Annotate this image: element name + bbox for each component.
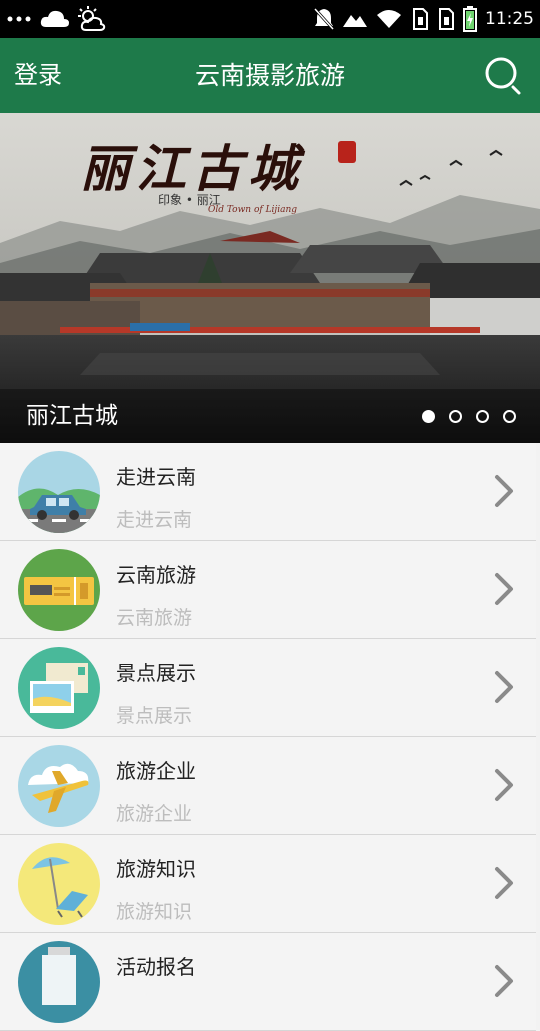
app-title: 云南摄影旅游: [194, 61, 345, 90]
battery-charging-icon: [463, 6, 477, 32]
chevron-right-icon: [495, 965, 513, 997]
ticket-icon: [18, 549, 100, 631]
beach-chair-icon: [18, 843, 100, 925]
menu-item-subtitle: 旅游知识: [116, 901, 193, 923]
more-dots-icon: [7, 16, 31, 22]
carousel-dot-3[interactable]: [476, 409, 489, 423]
chevron-right-icon: [495, 475, 513, 507]
search-icon[interactable]: [484, 56, 524, 96]
chevron-right-icon: [495, 671, 513, 703]
menu-item-subtitle: 旅游企业: [116, 803, 193, 825]
menu-item-title: 旅游企业: [116, 759, 196, 783]
menu-item-enter-yunnan[interactable]: 走进云南 走进云南: [0, 443, 536, 541]
menu-item-travel-companies[interactable]: 旅游企业 旅游企业: [0, 737, 536, 835]
airplane-icon: [18, 745, 100, 827]
app-bar: 登录 云南摄影旅游: [0, 38, 540, 113]
menu-item-title: 活动报名: [116, 955, 196, 979]
carousel-dot-2[interactable]: [449, 409, 462, 423]
chevron-right-icon: [495, 769, 513, 801]
banner-seal: [338, 141, 356, 163]
menu-item-attractions[interactable]: 景点展示 景点展示: [0, 639, 536, 737]
menu-item-subtitle: 云南旅游: [116, 607, 193, 629]
status-time: 11:25: [485, 9, 534, 29]
menu-item-subtitle: 走进云南: [116, 509, 193, 531]
menu-item-title: 走进云南: [116, 465, 196, 489]
menu-item-title: 旅游知识: [116, 857, 196, 881]
banner-caption-bar: 丽江古城: [0, 389, 540, 443]
menu-item-yunnan-travel[interactable]: 云南旅游 云南旅游: [0, 541, 536, 639]
carousel-indicators: [422, 389, 516, 443]
banner-caption: 丽江古城: [26, 403, 118, 429]
mountain-icon: [343, 15, 367, 27]
banner-english-subtitle: Old Town of Lijiang: [208, 205, 298, 215]
sun-cloud-icon: [78, 6, 106, 31]
status-bar: 11:25: [0, 0, 540, 38]
banner-carousel[interactable]: 丽江古城 印象 • 丽江 Old Town of Lijiang 丽江古城: [0, 113, 540, 443]
chevron-right-icon: [495, 573, 513, 605]
menu-item-title: 景点展示: [116, 661, 196, 685]
chevron-right-icon: [495, 867, 513, 899]
wifi-icon: [377, 10, 401, 28]
carousel-dot-4[interactable]: [503, 409, 516, 423]
cloud-icon: [40, 10, 69, 27]
menu-item-title: 云南旅游: [116, 563, 196, 587]
menu-item-event-signup[interactable]: 活动报名: [0, 933, 536, 1031]
notifications-muted-icon: [313, 7, 335, 31]
sim1-icon: [413, 8, 428, 30]
menu-item-subtitle: 景点展示: [116, 705, 193, 727]
postcard-icon: [18, 647, 100, 729]
sim2-icon: [439, 8, 454, 30]
signup-icon: [18, 941, 100, 1023]
menu-item-travel-knowledge[interactable]: 旅游知识 旅游知识: [0, 835, 536, 933]
menu-list: 走进云南 走进云南 云南旅游 云南旅游 景点展示 景点展示 旅游企业 旅游企业 …: [0, 443, 540, 1031]
car-landscape-icon: [18, 451, 100, 533]
carousel-dot-1[interactable]: [422, 409, 435, 423]
